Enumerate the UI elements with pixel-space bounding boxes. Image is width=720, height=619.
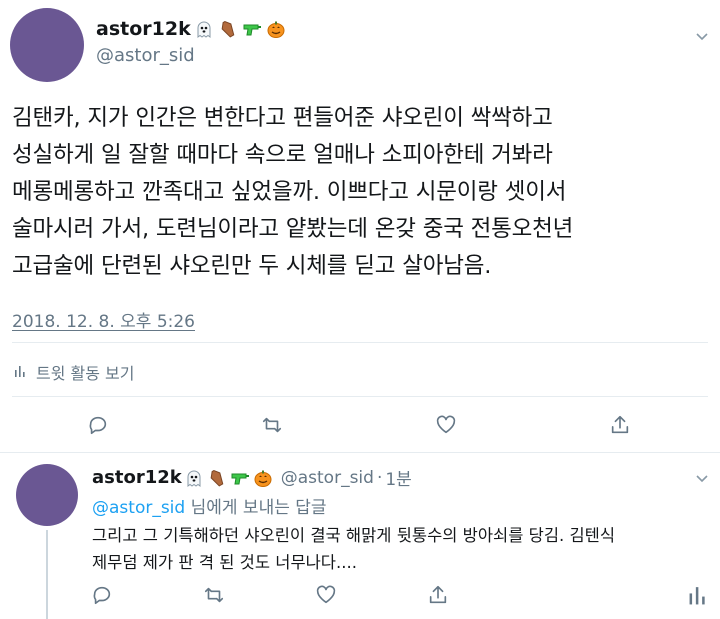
ghost-emoji-icon — [193, 18, 215, 40]
tweet-text-line: 김탠카, 지가 인간은 변한다고 편들어준 샤오린이 싹싹하고 — [12, 105, 553, 131]
jack-o-lantern-emoji-icon — [265, 18, 287, 40]
analytics-icon — [14, 363, 28, 382]
tweet-text-line: 고급술에 단련된 샤오린만 두 시체를 딛고 살아남음. — [12, 253, 492, 279]
reply-text-line: 그리고 그 기특해하던 샤오린이 결국 해맑게 뒷통수의 방아쇠를 당김. 김텐… — [92, 526, 616, 545]
coffin-emoji-icon — [206, 467, 228, 489]
tweet-text-line: 메롱메롱하고 깐족대고 싶었을까. 이쁘다고 시문이랑 셋이서 — [12, 179, 567, 205]
reply-icon — [93, 586, 111, 605]
tweet-activity-link[interactable]: 트윗 활동 보기 — [14, 360, 135, 384]
author-handle[interactable]: @astor_sid — [96, 45, 195, 66]
reply-time[interactable]: 1분 — [385, 465, 411, 490]
reply-retweet-button[interactable] — [201, 582, 227, 608]
reply-handle[interactable]: @astor_sid — [281, 468, 374, 488]
replying-to: @astor_sid 님에게 보내는 답글 — [92, 493, 327, 518]
reply-author-name[interactable]: astor12k — [92, 467, 182, 488]
thread-line — [46, 530, 48, 619]
jack-o-lantern-emoji-icon — [252, 467, 274, 489]
avatar[interactable] — [10, 8, 84, 82]
retweet-icon — [204, 587, 224, 603]
reply-avatar[interactable] — [16, 464, 78, 526]
retweet-icon — [262, 417, 282, 433]
reply-text: 그리고 그 기특해하던 샤오린이 결국 해맑게 뒷통수의 방아쇠를 당김. 김텐… — [92, 522, 712, 576]
share-button[interactable] — [607, 412, 633, 438]
divider — [12, 342, 708, 343]
heart-icon — [316, 585, 336, 604]
reply-analytics-button[interactable] — [686, 582, 712, 608]
chevron-down-icon[interactable] — [694, 470, 710, 486]
reply-like-button[interactable] — [313, 582, 339, 608]
reply-icon — [89, 416, 107, 435]
activity-label: 트윗 활동 보기 — [36, 364, 135, 383]
reply-text-line: 제무덤 제가 판 격 된 것도 너무나다.... — [92, 553, 357, 572]
reply-to-mention[interactable]: @astor_sid — [92, 498, 185, 518]
water-pistol-emoji-icon — [229, 467, 251, 489]
tweet-text-line: 술마시러 가서, 도련님이라고 얕봤는데 온갖 중국 전통오천년 — [12, 216, 574, 242]
tweet-text-line: 성실하게 일 잘할 때마다 속으로 얼매나 소피아한테 거봐라 — [12, 142, 553, 168]
retweet-button[interactable] — [259, 412, 285, 438]
tweet-timestamp[interactable]: 2018. 12. 8. 오후 5:26 — [12, 307, 195, 332]
share-icon — [429, 585, 447, 604]
reply-button[interactable] — [85, 412, 111, 438]
coffin-emoji-icon — [217, 18, 239, 40]
reply-to-suffix: 님에게 보내는 답글 — [185, 498, 327, 518]
chevron-down-icon[interactable] — [694, 28, 710, 44]
reply-reply-button[interactable] — [89, 582, 115, 608]
share-icon — [611, 415, 629, 434]
reply-share-button[interactable] — [425, 582, 451, 608]
author-name[interactable]: astor12k — [96, 18, 191, 40]
reply-separator: · — [376, 467, 383, 488]
main-tweet: astor12k @astor_sid 김탠카, 지가 인간은 변한다고 편들어… — [0, 0, 720, 452]
divider — [12, 396, 708, 397]
reply-author-row[interactable]: astor12k @astor_sid · 1분 — [92, 465, 412, 490]
ghost-emoji-icon — [183, 467, 205, 489]
section-divider — [0, 452, 720, 453]
author-name-row[interactable]: astor12k — [96, 18, 287, 40]
water-pistol-emoji-icon — [241, 18, 263, 40]
analytics-icon — [689, 587, 705, 605]
heart-icon — [436, 415, 456, 434]
tweet-text: 김탠카, 지가 인간은 변한다고 편들어준 샤오린이 싹싹하고 성실하게 일 잘… — [12, 100, 712, 285]
like-button[interactable] — [433, 412, 459, 438]
